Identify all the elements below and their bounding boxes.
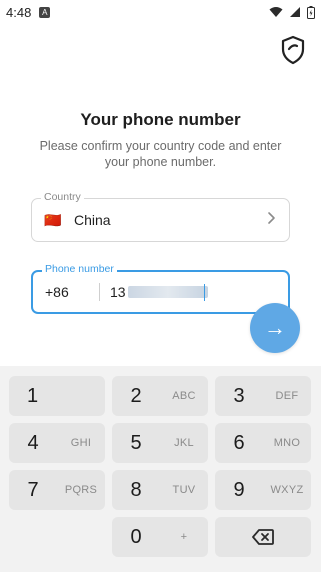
backspace-icon	[252, 529, 274, 545]
app-notification-icon: A	[39, 6, 51, 18]
key-1[interactable]: 1	[9, 376, 105, 416]
key-digit: 5	[130, 431, 142, 454]
divider	[99, 283, 100, 301]
chevron-right-icon	[267, 211, 277, 229]
backspace-key[interactable]	[215, 517, 311, 557]
shield-icon[interactable]	[279, 34, 307, 66]
key-letters: MNO	[273, 437, 301, 449]
key-4[interactable]: 4 GHI	[9, 423, 105, 463]
phone-number-input[interactable]: 13	[110, 283, 208, 301]
key-7[interactable]: 7 PQRS	[9, 470, 105, 510]
key-6[interactable]: 6 MNO	[215, 423, 311, 463]
key-digit: 2	[130, 384, 142, 407]
signal-icon	[290, 7, 300, 17]
status-left: 4:48 A	[6, 4, 51, 20]
key-digit: 6	[233, 431, 245, 454]
wifi-icon	[269, 7, 283, 17]
key-letters: +	[180, 531, 188, 543]
key-digit: 0	[130, 525, 142, 548]
key-letters: PQRS	[64, 484, 98, 496]
status-right	[269, 5, 315, 19]
key-digit: 9	[233, 478, 245, 501]
numeric-keypad: 1 2 ABC 3 DEF 4 GHI 5 JKL 6 MNO 7 PQRS 8…	[0, 366, 321, 572]
key-3[interactable]: 3 DEF	[215, 376, 311, 416]
key-letters: TUV	[172, 484, 196, 496]
key-letters: JKL	[174, 437, 194, 449]
key-5[interactable]: 5 JKL	[112, 423, 208, 463]
phone-number-redacted	[127, 286, 208, 298]
country-label: Country	[41, 191, 84, 203]
arrow-right-icon: →	[264, 315, 286, 340]
key-letters: GHI	[70, 437, 92, 449]
country-name: China	[74, 212, 111, 228]
phone-number-visible: 13	[110, 284, 126, 300]
key-2[interactable]: 2 ABC	[112, 376, 208, 416]
key-digit: 7	[27, 478, 39, 501]
key-0[interactable]: 0 +	[112, 517, 208, 557]
key-letters: DEF	[275, 390, 299, 402]
key-digit: 1	[27, 384, 39, 407]
next-button[interactable]: →	[250, 303, 300, 353]
status-time: 4:48	[6, 4, 32, 20]
battery-icon	[307, 5, 315, 19]
status-bar: 4:48 A	[0, 0, 321, 24]
key-letters: WXYZ	[270, 484, 304, 496]
text-cursor	[203, 283, 206, 301]
page-title: Your phone number	[80, 110, 241, 129]
key-letters: ABC	[172, 390, 196, 402]
page-subtitle: Please confirm your country code and ent…	[39, 139, 282, 169]
key-digit: 3	[233, 384, 245, 407]
key-digit: 8	[130, 478, 142, 501]
key-9[interactable]: 9 WXYZ	[215, 470, 311, 510]
country-field[interactable]: Country 🇨🇳 China	[31, 191, 290, 242]
phone-number-field[interactable]: Phone number +86 13	[31, 263, 290, 314]
key-8[interactable]: 8 TUV	[112, 470, 208, 510]
phone-label: Phone number	[42, 263, 117, 275]
country-code[interactable]: +86	[45, 284, 89, 300]
china-flag-icon: 🇨🇳	[44, 211, 62, 228]
key-digit: 4	[27, 431, 39, 454]
